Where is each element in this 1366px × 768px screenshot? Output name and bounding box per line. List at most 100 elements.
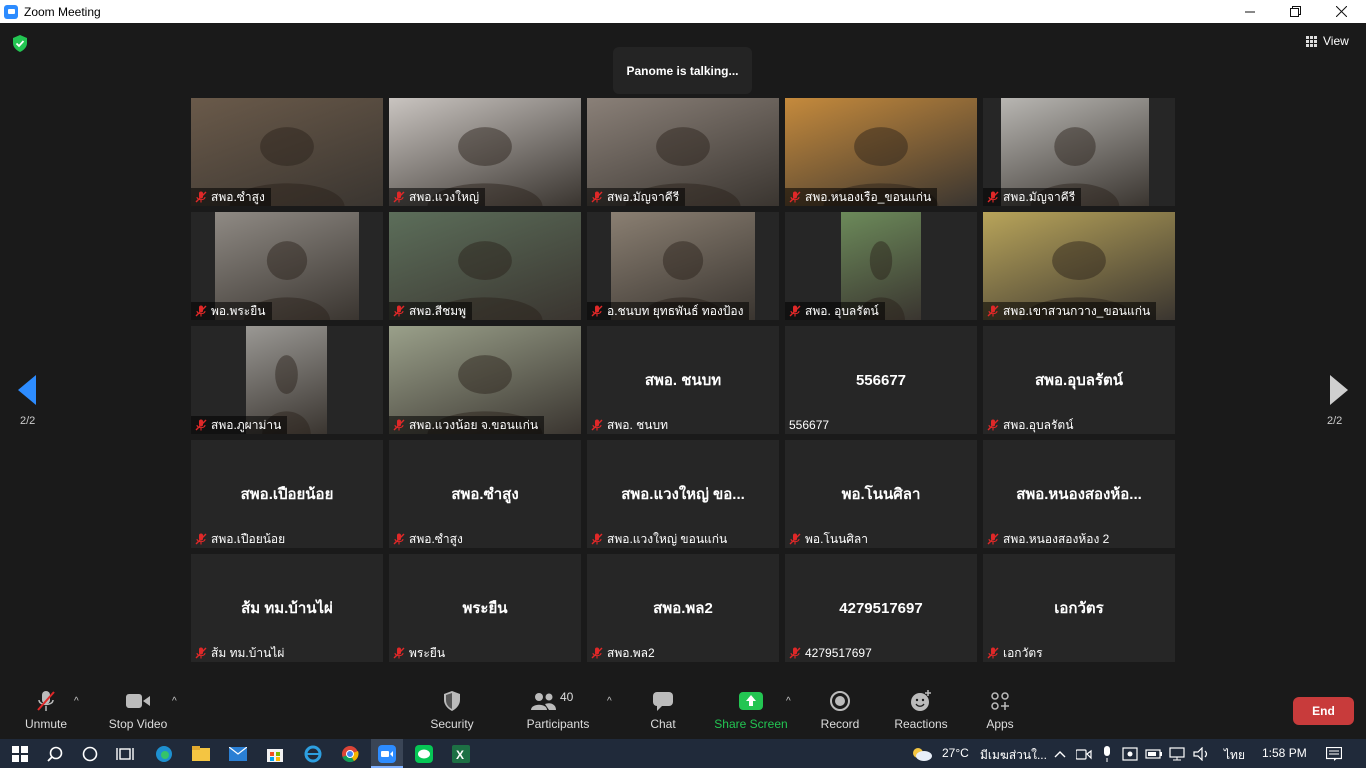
- windows-start-icon[interactable]: [10, 744, 30, 764]
- line-app-icon[interactable]: [414, 744, 434, 764]
- mic-muted-icon: [195, 305, 207, 317]
- participant-tile[interactable]: พอ.พระยืน: [191, 212, 383, 320]
- participant-tile[interactable]: สพอ. อุบลรัตน์: [785, 212, 977, 320]
- previous-page-button[interactable]: 2/2: [0, 333, 60, 453]
- participant-tile[interactable]: สพอ.เปือยน้อย สพอ.เปือยน้อย: [191, 440, 383, 548]
- video-options-caret[interactable]: ^: [172, 696, 177, 707]
- unmute-label: Unmute: [24, 717, 68, 731]
- mic-muted-icon: [393, 533, 405, 545]
- record-button[interactable]: Record: [818, 684, 862, 739]
- microphone-in-use-icon[interactable]: [1097, 744, 1117, 764]
- participant-tile[interactable]: สพอ.ภูผาม่าน: [191, 326, 383, 434]
- participant-label: สพอ.ภูผาม่าน: [191, 416, 288, 434]
- participant-tile[interactable]: 556677 556677: [785, 326, 977, 434]
- participant-name: สพอ.มัญจาคีรี: [607, 189, 680, 204]
- participant-label: สพอ.เขาสวนกวาง_ขอนแก่น: [983, 302, 1157, 320]
- stop-video-button[interactable]: Stop Video: [106, 684, 170, 739]
- mic-muted-icon: [591, 533, 603, 545]
- participant-tile[interactable]: สพอ.ซำสูง: [191, 98, 383, 206]
- participant-label: ส้ม ทม.บ้านไผ่: [191, 644, 290, 662]
- participant-name: สพอ.แวงใหญ่ ขอนแก่น: [607, 531, 728, 546]
- volume-icon[interactable]: [1192, 744, 1212, 764]
- store-icon[interactable]: [265, 744, 285, 764]
- security-center-icon[interactable]: [1120, 744, 1140, 764]
- participant-tile[interactable]: สพอ.เขาสวนกวาง_ขอนแก่น: [983, 212, 1175, 320]
- mic-muted-icon: [393, 191, 405, 203]
- participant-tile[interactable]: สพอ.หนองเรือ_ขอนแก่น: [785, 98, 977, 206]
- apps-icon: [987, 690, 1013, 712]
- input-language[interactable]: ไทย: [1224, 746, 1245, 765]
- task-view-icon[interactable]: [115, 744, 135, 764]
- participant-tile[interactable]: พระยืน พระยืน: [389, 554, 581, 662]
- edge-browser-icon[interactable]: [154, 744, 174, 764]
- participant-tile[interactable]: สพอ.พล2 สพอ.พล2: [587, 554, 779, 662]
- cortana-icon[interactable]: [80, 744, 100, 764]
- participant-tile[interactable]: สพอ.หนองสองห้อ... สพอ.หนองสองห้อง 2: [983, 440, 1175, 548]
- minimize-button[interactable]: [1227, 0, 1273, 23]
- unmute-button[interactable]: Unmute: [22, 684, 70, 739]
- participant-tile[interactable]: สพอ. ชนบท สพอ. ชนบท: [587, 326, 779, 434]
- chat-button[interactable]: Chat: [644, 684, 682, 739]
- participant-tile[interactable]: เอกวัตร เอกวัตร: [983, 554, 1175, 662]
- encryption-shield-icon[interactable]: [12, 35, 28, 52]
- chrome-icon[interactable]: [340, 744, 360, 764]
- network-icon[interactable]: [1168, 744, 1188, 764]
- video-camera-icon: [125, 690, 151, 712]
- participant-label: สพอ.แวงใหญ่ ขอนแก่น: [587, 530, 733, 548]
- share-options-caret[interactable]: ^: [786, 696, 791, 707]
- tray-overflow-chevron-icon[interactable]: [1050, 744, 1070, 764]
- restore-button[interactable]: [1272, 0, 1318, 23]
- camera-in-use-icon[interactable]: [1074, 744, 1094, 764]
- participants-button[interactable]: 40 Participants: [524, 684, 592, 739]
- participant-tile[interactable]: 4279517697 4279517697: [785, 554, 977, 662]
- internet-explorer-icon[interactable]: [303, 744, 323, 764]
- mail-icon[interactable]: [228, 744, 248, 764]
- meeting-area: Panome is talking... View 2/2 2/2 สพอ.ซำ…: [0, 23, 1366, 684]
- notifications-icon[interactable]: [1324, 744, 1344, 764]
- participant-label: พอ.โนนศิลา: [785, 530, 874, 548]
- audio-options-caret[interactable]: ^: [74, 696, 79, 707]
- security-button[interactable]: Security: [428, 684, 476, 739]
- participant-name: สพอ.หนองสองห้อง 2: [1003, 531, 1110, 546]
- participant-label: สพอ.สีชมพู: [389, 302, 473, 320]
- participant-tile[interactable]: พอ.โนนศิลา พอ.โนนศิลา: [785, 440, 977, 548]
- participant-name: ส้ม ทม.บ้านไผ่: [211, 645, 285, 660]
- battery-icon[interactable]: [1144, 744, 1164, 764]
- end-meeting-button[interactable]: End: [1293, 697, 1354, 725]
- participant-tile[interactable]: สพอ.สีชมพู: [389, 212, 581, 320]
- mic-muted-icon: [789, 533, 801, 545]
- participant-tile[interactable]: อ.ชนบท ยุทธพันธ์ ทองป้อง: [587, 212, 779, 320]
- zoom-taskbar-active[interactable]: [371, 739, 403, 768]
- next-page-button[interactable]: 2/2: [1306, 333, 1366, 453]
- svg-text:X: X: [456, 748, 464, 762]
- mic-muted-icon: [987, 191, 999, 203]
- share-screen-button[interactable]: Share Screen: [714, 684, 788, 739]
- participant-tile[interactable]: ส้ม ทม.บ้านไผ่ ส้ม ทม.บ้านไผ่: [191, 554, 383, 662]
- participant-tile[interactable]: สพอ.อุบลรัตน์ สพอ.อุบลรัตน์: [983, 326, 1175, 434]
- participant-tile[interactable]: สพอ.แวงใหญ่: [389, 98, 581, 206]
- participant-tile[interactable]: สพอ.มัญจาคีรี: [587, 98, 779, 206]
- grid-view-icon: [1306, 35, 1317, 47]
- participant-label: พอ.พระยืน: [191, 302, 272, 320]
- apps-button[interactable]: Apps: [982, 684, 1018, 739]
- zoom-app-icon: [4, 4, 18, 19]
- view-button[interactable]: View: [1306, 34, 1349, 48]
- mic-muted-icon: [987, 419, 999, 431]
- participant-tile[interactable]: สพอ.แวงใหญ่ ขอ... สพอ.แวงใหญ่ ขอนแก่น: [587, 440, 779, 548]
- search-icon[interactable]: [45, 744, 65, 764]
- active-speaker-indicator: Panome is talking...: [613, 47, 752, 94]
- clock-time[interactable]: 1:58 PM: [1262, 746, 1307, 760]
- file-explorer-icon[interactable]: [191, 744, 211, 764]
- close-button[interactable]: [1318, 0, 1364, 23]
- title-bar: Zoom Meeting: [0, 0, 1366, 23]
- participant-label: สพอ.หนองสองห้อง 2: [983, 530, 1115, 548]
- participant-tile[interactable]: สพอ.แวงน้อย จ.ขอนแก่น: [389, 326, 581, 434]
- participant-tile[interactable]: สพอ.ซำสูง สพอ.ซำสูง: [389, 440, 581, 548]
- mic-muted-icon: [195, 647, 207, 659]
- weather-cloud-icon[interactable]: [910, 744, 934, 764]
- reactions-button[interactable]: Reactions: [892, 684, 950, 739]
- participants-options-caret[interactable]: ^: [607, 696, 612, 707]
- view-label: View: [1323, 34, 1349, 48]
- participant-tile[interactable]: สพอ.มัญจาคีรี: [983, 98, 1175, 206]
- excel-icon[interactable]: X: [451, 744, 471, 764]
